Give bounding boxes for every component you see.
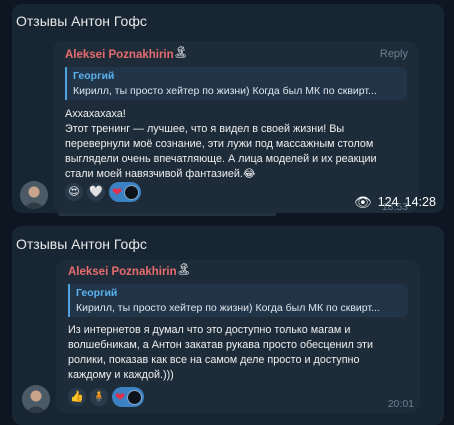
reactor-avatar	[127, 389, 143, 405]
message-line: Из интернетов я думал что это доступно т…	[68, 324, 351, 336]
post-title[interactable]: Отзывы Антон Гофс	[16, 236, 147, 252]
message-line: выглядели очень впечатляюще. А лица моде…	[65, 153, 377, 165]
sender-avatar[interactable]	[20, 181, 48, 209]
message-line: стали моей навязчивой фантазией.😂	[65, 168, 256, 180]
reactions-bar: 😍 🤍 ❤	[65, 182, 142, 202]
heart-icon: ❤	[115, 390, 126, 404]
quote-author: Георгий	[76, 287, 118, 299]
author-emoji: 🏝	[173, 45, 189, 59]
message-line: волшебникам, а Антон закатав рукава прос…	[68, 339, 374, 351]
message-bubble[interactable]: Aleksei Poznakhirin 🏝 Reply Георгий Кири…	[53, 41, 418, 213]
message-text: Аххахахаха! Этот тренинг — лучшее, что я…	[65, 107, 413, 182]
reactor-avatar	[124, 184, 140, 200]
author-emoji: 🏝	[176, 262, 192, 276]
reaction-avatar[interactable]: 🧍	[90, 388, 108, 406]
message-text: Из интернетов я думал что это доступно т…	[68, 323, 416, 383]
quote-author: Георгий	[73, 70, 115, 82]
post-stats: 👁 124 14:28	[354, 195, 436, 209]
message-line: ролики, показав как все на самом деле пр…	[68, 354, 360, 366]
reply-quote[interactable]: Георгий Кирилл, ты просто хейтер по жизн…	[68, 284, 408, 317]
view-count: 124	[377, 195, 399, 209]
author-name[interactable]: Aleksei Poznakhirin	[65, 49, 174, 61]
author-name[interactable]: Aleksei Poznakhirin	[68, 266, 177, 278]
post-title[interactable]: Отзывы Антон Гофс	[16, 13, 147, 29]
sender-avatar[interactable]	[22, 385, 50, 413]
message-line: перевернули моё сознание, эти лужи под м…	[65, 138, 374, 150]
message-line: каждому и каждой.)))	[68, 369, 174, 381]
reaction-thumbs-up[interactable]: 👍	[68, 388, 86, 406]
heart-icon: ❤	[112, 185, 123, 199]
reaction-avatar[interactable]: 🤍	[87, 183, 105, 201]
reply-button[interactable]: Reply	[380, 48, 408, 60]
message-line: Аххахахаха!	[65, 108, 126, 120]
reaction-heart-pill[interactable]: ❤	[109, 182, 142, 202]
bubble-edge	[58, 213, 276, 216]
quote-text: Кирилл, ты просто хейтер по жизни) Когда…	[76, 302, 380, 314]
message-line: Этот тренинг — лучшее, что я видел в сво…	[65, 123, 345, 135]
reaction-heart-pill[interactable]: ❤	[112, 387, 145, 407]
message-time: 20:01	[387, 398, 414, 410]
quote-text: Кирилл, ты просто хейтер по жизни) Когда…	[73, 85, 377, 97]
reactions-bar: 👍 🧍 ❤	[68, 387, 145, 407]
reply-quote[interactable]: Георгий Кирилл, ты просто хейтер по жизн…	[65, 67, 407, 100]
message-bubble[interactable]: Aleksei Poznakhirin 🏝 Георгий Кирилл, ты…	[56, 260, 420, 413]
eye-icon: 👁	[354, 194, 372, 210]
post-time: 14:28	[404, 195, 436, 209]
reaction-heart-eyes[interactable]: 😍	[65, 183, 83, 201]
